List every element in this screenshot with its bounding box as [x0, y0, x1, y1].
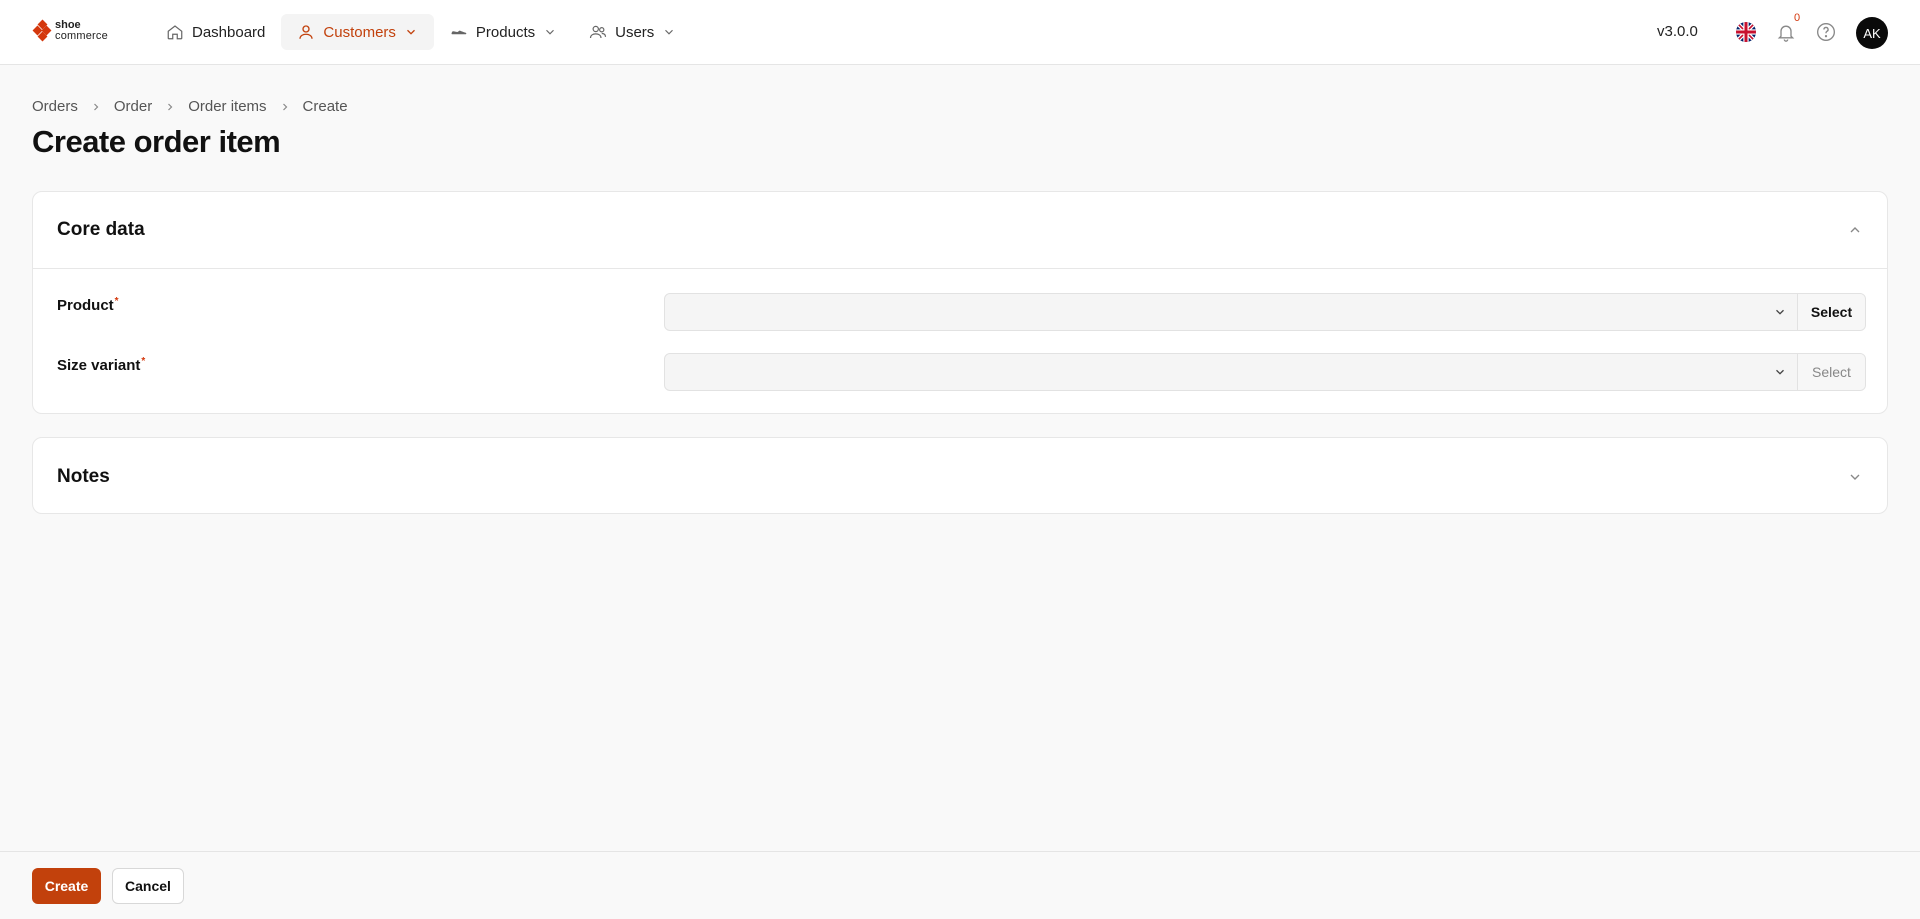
chevron-right-icon — [282, 103, 287, 110]
main-nav: Dashboard Customers Products Users — [150, 14, 692, 50]
core-data-card: Core data Product* Select Size variant* … — [32, 191, 1888, 414]
size-variant-select-button[interactable]: Select — [1797, 354, 1865, 390]
notes-header[interactable]: Notes — [33, 438, 1887, 515]
product-label-text: Product — [57, 297, 114, 314]
breadcrumb-orders[interactable]: Orders — [32, 98, 78, 115]
product-select: Select — [664, 293, 1866, 331]
users-icon — [590, 25, 607, 39]
required-marker: * — [114, 296, 119, 307]
cancel-button[interactable]: Cancel — [112, 868, 184, 904]
create-button[interactable]: Create — [32, 868, 101, 904]
chevron-down-icon — [1776, 369, 1784, 375]
chevron-right-icon — [168, 103, 173, 110]
nav-item-dashboard[interactable]: Dashboard — [150, 14, 281, 50]
chevron-down-icon[interactable] — [1847, 469, 1863, 485]
page-title: Create order item — [32, 124, 281, 159]
core-data-title: Core data — [57, 219, 145, 240]
user-icon — [299, 25, 314, 39]
nav-label-dashboard: Dashboard — [192, 23, 266, 41]
product-select-button[interactable]: Select — [1797, 294, 1865, 330]
notes-card: Notes — [32, 437, 1888, 514]
chevron-right-icon — [93, 103, 99, 110]
bell-icon[interactable] — [1776, 22, 1796, 42]
product-dropdown[interactable] — [665, 294, 1797, 330]
logo-line-2: commerce — [55, 30, 108, 42]
chevron-down-icon — [406, 29, 415, 35]
user-avatar[interactable]: AK — [1856, 17, 1888, 49]
help-circle-icon[interactable] — [1816, 22, 1836, 42]
breadcrumb-order[interactable]: Order — [114, 98, 152, 115]
notification-count-badge: 0 — [1794, 12, 1801, 24]
nav-item-users[interactable]: Users — [573, 14, 692, 50]
size-variant-select: Select — [664, 353, 1866, 391]
chevron-down-icon — [546, 29, 555, 35]
uk-flag-icon[interactable] — [1736, 22, 1756, 42]
core-data-header[interactable]: Core data — [33, 192, 1887, 269]
logo-mark-icon — [32, 19, 52, 42]
breadcrumb: Orders Order Order items Create — [32, 98, 348, 115]
logo-text: shoe commerce — [55, 20, 108, 42]
top-navigation-bar: shoe commerce Dashboard Customers Produc… — [0, 0, 1920, 65]
size-variant-label: Size variant* — [57, 356, 146, 374]
form-action-bar: Create Cancel — [0, 851, 1920, 919]
size-variant-label-text: Size variant — [57, 357, 141, 374]
version-label: v3.0.0 — [1657, 23, 1698, 40]
required-marker: * — [141, 356, 146, 367]
nav-item-customers[interactable]: Customers — [281, 14, 434, 50]
chevron-down-icon — [665, 29, 674, 35]
brand-logo[interactable]: shoe commerce — [32, 19, 108, 42]
nav-label-products: Products — [475, 23, 536, 41]
nav-label-users: Users — [615, 23, 655, 41]
chevron-up-icon[interactable] — [1847, 222, 1863, 238]
size-variant-dropdown[interactable] — [665, 354, 1797, 390]
notes-title: Notes — [57, 465, 110, 487]
nav-label-customers: Customers — [323, 23, 396, 41]
size-variant-field-row: Size variant* Select — [57, 353, 1866, 391]
product-field-row: Product* Select — [57, 293, 1866, 331]
home-icon — [167, 25, 183, 40]
shoe-icon — [451, 30, 467, 35]
breadcrumb-create: Create — [302, 98, 348, 115]
breadcrumb-order-items[interactable]: Order items — [188, 98, 266, 115]
nav-item-products[interactable]: Products — [434, 14, 573, 50]
product-label: Product* — [57, 296, 119, 314]
chevron-down-icon — [1776, 309, 1784, 315]
